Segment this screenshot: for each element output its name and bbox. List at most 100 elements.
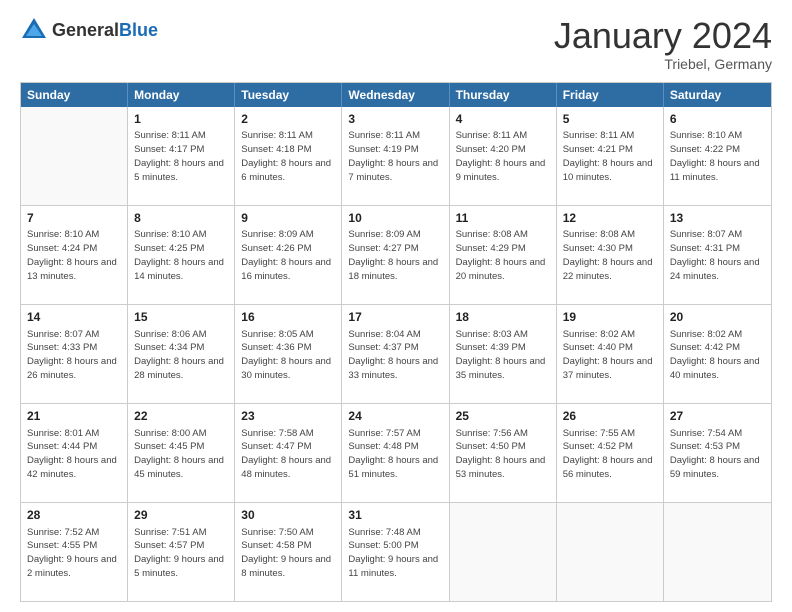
cal-cell-1-2: 9Sunrise: 8:09 AM Sunset: 4:26 PM Daylig… xyxy=(235,206,342,304)
cal-cell-1-3: 10Sunrise: 8:09 AM Sunset: 4:27 PM Dayli… xyxy=(342,206,449,304)
day-number-4: 4 xyxy=(456,111,550,128)
day-number-5: 5 xyxy=(563,111,657,128)
day-number-17: 17 xyxy=(348,309,442,326)
day-number-16: 16 xyxy=(241,309,335,326)
cell-info-28: Sunrise: 7:52 AM Sunset: 4:55 PM Dayligh… xyxy=(27,526,121,581)
cal-cell-2-3: 17Sunrise: 8:04 AM Sunset: 4:37 PM Dayli… xyxy=(342,305,449,403)
day-number-23: 23 xyxy=(241,408,335,425)
month-title: January 2024 xyxy=(554,16,772,56)
header-friday: Friday xyxy=(557,83,664,107)
cell-info-20: Sunrise: 8:02 AM Sunset: 4:42 PM Dayligh… xyxy=(670,328,765,383)
day-number-19: 19 xyxy=(563,309,657,326)
header-monday: Monday xyxy=(128,83,235,107)
cell-info-12: Sunrise: 8:08 AM Sunset: 4:30 PM Dayligh… xyxy=(563,228,657,283)
cell-info-31: Sunrise: 7:48 AM Sunset: 5:00 PM Dayligh… xyxy=(348,526,442,581)
cal-cell-0-2: 2Sunrise: 8:11 AM Sunset: 4:18 PM Daylig… xyxy=(235,107,342,205)
day-number-1: 1 xyxy=(134,111,228,128)
day-number-14: 14 xyxy=(27,309,121,326)
cell-info-5: Sunrise: 8:11 AM Sunset: 4:21 PM Dayligh… xyxy=(563,129,657,184)
day-number-27: 27 xyxy=(670,408,765,425)
cal-cell-1-0: 7Sunrise: 8:10 AM Sunset: 4:24 PM Daylig… xyxy=(21,206,128,304)
header-tuesday: Tuesday xyxy=(235,83,342,107)
calendar: Sunday Monday Tuesday Wednesday Thursday… xyxy=(20,82,772,602)
header-wednesday: Wednesday xyxy=(342,83,449,107)
day-number-6: 6 xyxy=(670,111,765,128)
logo-blue: Blue xyxy=(119,20,158,40)
cal-cell-0-4: 4Sunrise: 8:11 AM Sunset: 4:20 PM Daylig… xyxy=(450,107,557,205)
cell-info-21: Sunrise: 8:01 AM Sunset: 4:44 PM Dayligh… xyxy=(27,427,121,482)
cal-cell-4-3: 31 Sunrise: 7:48 AM Sunset: 5:00 PM Dayli… xyxy=(342,503,449,601)
cell-info-7: Sunrise: 8:10 AM Sunset: 4:24 PM Dayligh… xyxy=(27,228,121,283)
day-number-13: 13 xyxy=(670,210,765,227)
cal-cell-2-2: 16Sunrise: 8:05 AM Sunset: 4:36 PM Dayli… xyxy=(235,305,342,403)
cal-cell-4-0: 28 Sunrise: 7:52 AM Sunset: 4:55 PM Dayli… xyxy=(21,503,128,601)
cal-cell-4-5 xyxy=(557,503,664,601)
day-number-31: 31 xyxy=(348,507,442,524)
day-number-2: 2 xyxy=(241,111,335,128)
cell-info-27: Sunrise: 7:54 AM Sunset: 4:53 PM Dayligh… xyxy=(670,427,765,482)
cal-cell-4-1: 29 Sunrise: 7:51 AM Sunset: 4:57 PM Dayli… xyxy=(128,503,235,601)
cal-cell-2-5: 19Sunrise: 8:02 AM Sunset: 4:40 PM Dayli… xyxy=(557,305,664,403)
cell-info-30: Sunrise: 7:50 AM Sunset: 4:58 PM Dayligh… xyxy=(241,526,335,581)
cal-cell-0-0 xyxy=(21,107,128,205)
cal-cell-1-1: 8Sunrise: 8:10 AM Sunset: 4:25 PM Daylig… xyxy=(128,206,235,304)
cal-cell-2-0: 14Sunrise: 8:07 AM Sunset: 4:33 PM Dayli… xyxy=(21,305,128,403)
cell-info-29: Sunrise: 7:51 AM Sunset: 4:57 PM Dayligh… xyxy=(134,526,228,581)
day-number-30: 30 xyxy=(241,507,335,524)
logo-general: General xyxy=(52,20,119,40)
day-number-7: 7 xyxy=(27,210,121,227)
logo-icon xyxy=(20,16,48,44)
day-number-28: 28 xyxy=(27,507,121,524)
day-number-29: 29 xyxy=(134,507,228,524)
day-number-21: 21 xyxy=(27,408,121,425)
day-number-22: 22 xyxy=(134,408,228,425)
cell-info-26: Sunrise: 7:55 AM Sunset: 4:52 PM Dayligh… xyxy=(563,427,657,482)
logo: GeneralBlue xyxy=(20,16,158,44)
cal-cell-0-5: 5Sunrise: 8:11 AM Sunset: 4:21 PM Daylig… xyxy=(557,107,664,205)
day-number-15: 15 xyxy=(134,309,228,326)
header-saturday: Saturday xyxy=(664,83,771,107)
day-number-25: 25 xyxy=(456,408,550,425)
week-row-1: 7Sunrise: 8:10 AM Sunset: 4:24 PM Daylig… xyxy=(21,205,771,304)
day-number-3: 3 xyxy=(348,111,442,128)
cell-info-8: Sunrise: 8:10 AM Sunset: 4:25 PM Dayligh… xyxy=(134,228,228,283)
week-row-2: 14Sunrise: 8:07 AM Sunset: 4:33 PM Dayli… xyxy=(21,304,771,403)
cell-info-18: Sunrise: 8:03 AM Sunset: 4:39 PM Dayligh… xyxy=(456,328,550,383)
cal-cell-0-3: 3Sunrise: 8:11 AM Sunset: 4:19 PM Daylig… xyxy=(342,107,449,205)
day-number-24: 24 xyxy=(348,408,442,425)
week-row-0: 1Sunrise: 8:11 AM Sunset: 4:17 PM Daylig… xyxy=(21,107,771,205)
cell-info-11: Sunrise: 8:08 AM Sunset: 4:29 PM Dayligh… xyxy=(456,228,550,283)
cal-cell-3-3: 24Sunrise: 7:57 AM Sunset: 4:48 PM Dayli… xyxy=(342,404,449,502)
week-row-3: 21 Sunrise: 8:01 AM Sunset: 4:44 PM Dayli… xyxy=(21,403,771,502)
cal-cell-3-6: 27 Sunrise: 7:54 AM Sunset: 4:53 PM Dayli… xyxy=(664,404,771,502)
day-number-20: 20 xyxy=(670,309,765,326)
cal-cell-4-2: 30 Sunrise: 7:50 AM Sunset: 4:58 PM Dayli… xyxy=(235,503,342,601)
cal-cell-1-4: 11Sunrise: 8:08 AM Sunset: 4:29 PM Dayli… xyxy=(450,206,557,304)
header-thursday: Thursday xyxy=(450,83,557,107)
day-number-12: 12 xyxy=(563,210,657,227)
header: GeneralBlue January 2024 Triebel, German… xyxy=(20,16,772,72)
day-number-9: 9 xyxy=(241,210,335,227)
week-row-4: 28 Sunrise: 7:52 AM Sunset: 4:55 PM Dayli… xyxy=(21,502,771,601)
cell-info-15: Sunrise: 8:06 AM Sunset: 4:34 PM Dayligh… xyxy=(134,328,228,383)
cal-cell-3-0: 21 Sunrise: 8:01 AM Sunset: 4:44 PM Dayli… xyxy=(21,404,128,502)
cal-cell-4-6 xyxy=(664,503,771,601)
cell-info-9: Sunrise: 8:09 AM Sunset: 4:26 PM Dayligh… xyxy=(241,228,335,283)
cal-cell-0-1: 1Sunrise: 8:11 AM Sunset: 4:17 PM Daylig… xyxy=(128,107,235,205)
cal-cell-3-5: 26Sunrise: 7:55 AM Sunset: 4:52 PM Dayli… xyxy=(557,404,664,502)
cell-info-1: Sunrise: 8:11 AM Sunset: 4:17 PM Dayligh… xyxy=(134,129,228,184)
cell-info-25: Sunrise: 7:56 AM Sunset: 4:50 PM Dayligh… xyxy=(456,427,550,482)
cell-info-10: Sunrise: 8:09 AM Sunset: 4:27 PM Dayligh… xyxy=(348,228,442,283)
cal-cell-3-2: 23Sunrise: 7:58 AM Sunset: 4:47 PM Dayli… xyxy=(235,404,342,502)
logo-text: GeneralBlue xyxy=(52,20,158,41)
cell-info-4: Sunrise: 8:11 AM Sunset: 4:20 PM Dayligh… xyxy=(456,129,550,184)
cal-cell-1-6: 13Sunrise: 8:07 AM Sunset: 4:31 PM Dayli… xyxy=(664,206,771,304)
cell-info-2: Sunrise: 8:11 AM Sunset: 4:18 PM Dayligh… xyxy=(241,129,335,184)
cal-cell-2-1: 15 Sunrise: 8:06 AM Sunset: 4:34 PM Dayli… xyxy=(128,305,235,403)
header-sunday: Sunday xyxy=(21,83,128,107)
cal-cell-3-1: 22Sunrise: 8:00 AM Sunset: 4:45 PM Dayli… xyxy=(128,404,235,502)
cell-info-13: Sunrise: 8:07 AM Sunset: 4:31 PM Dayligh… xyxy=(670,228,765,283)
cal-cell-2-4: 18Sunrise: 8:03 AM Sunset: 4:39 PM Dayli… xyxy=(450,305,557,403)
page: GeneralBlue January 2024 Triebel, German… xyxy=(0,0,792,612)
cal-cell-3-4: 25 Sunrise: 7:56 AM Sunset: 4:50 PM Dayli… xyxy=(450,404,557,502)
